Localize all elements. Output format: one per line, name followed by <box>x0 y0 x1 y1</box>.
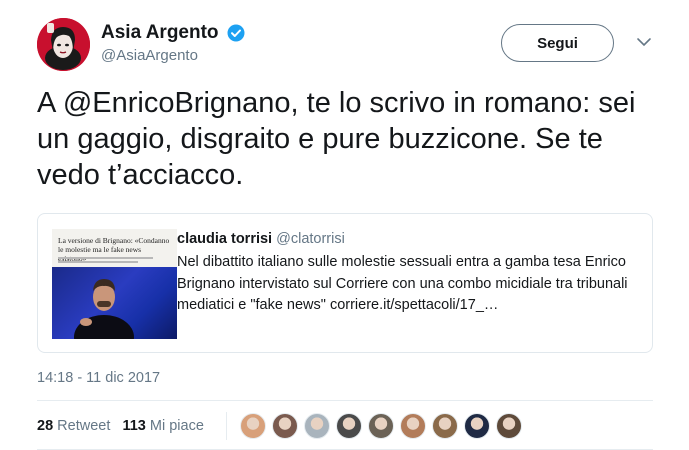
liker-avatar[interactable] <box>336 413 362 439</box>
liker-avatar[interactable] <box>496 413 522 439</box>
liker-avatar[interactable] <box>368 413 394 439</box>
quoted-author-name[interactable]: claudia torrisi <box>177 231 272 247</box>
like-count-link[interactable]: 113 Mi piace <box>122 418 203 434</box>
tweet-timestamp[interactable]: 14:18 - 11 dic 2017 <box>37 370 160 386</box>
author-avatar[interactable] <box>37 18 90 71</box>
follow-button[interactable]: Segui <box>501 24 614 62</box>
like-label: Mi piace <box>149 418 204 434</box>
quoted-tweet-card[interactable]: La versione di Brignano: «Condanno le mo… <box>37 213 653 353</box>
asia-argento-avatar-icon <box>37 18 90 71</box>
tweet-stats: 28 Retweet 113 Mi piace <box>37 418 204 434</box>
author-handle[interactable]: @AsiaArgento <box>101 47 198 64</box>
mention-link[interactable]: @EnricoBrignano <box>63 87 291 119</box>
quoted-tweet-thumbnail[interactable]: La versione di Brignano: «Condanno le mo… <box>52 229 177 339</box>
tweet-text: A @EnricoBrignano, te lo scrivo in roman… <box>37 85 657 193</box>
author-name[interactable]: Asia Argento <box>101 22 219 44</box>
liker-avatar[interactable] <box>304 413 330 439</box>
thumbnail-text-line <box>58 257 153 259</box>
liker-avatar[interactable] <box>272 413 298 439</box>
chevron-down-icon[interactable] <box>636 36 652 48</box>
liker-avatar[interactable] <box>464 413 490 439</box>
retweet-count-link[interactable]: 28 Retweet <box>37 418 110 434</box>
liker-avatars <box>240 413 528 441</box>
thumbnail-photo <box>52 267 177 339</box>
retweet-count: 28 <box>37 418 54 434</box>
liker-avatar[interactable] <box>400 413 426 439</box>
verified-badge-icon <box>227 24 245 42</box>
tweet-text-prefix: A <box>37 87 63 119</box>
man-portrait-image <box>74 279 134 339</box>
liker-avatar[interactable] <box>432 413 458 439</box>
quoted-tweet-text: Nel dibattito italiano sulle molestie se… <box>177 254 628 313</box>
divider <box>226 412 227 440</box>
liker-avatar[interactable] <box>240 413 266 439</box>
thumbnail-text-line <box>58 261 138 263</box>
quoted-tweet-author[interactable]: claudia torrisi @clatorrisi <box>177 231 345 247</box>
retweet-label: Retweet <box>57 418 111 434</box>
quoted-author-handle[interactable]: @clatorrisi <box>276 231 345 247</box>
divider <box>37 400 653 401</box>
like-count: 113 <box>122 418 146 434</box>
